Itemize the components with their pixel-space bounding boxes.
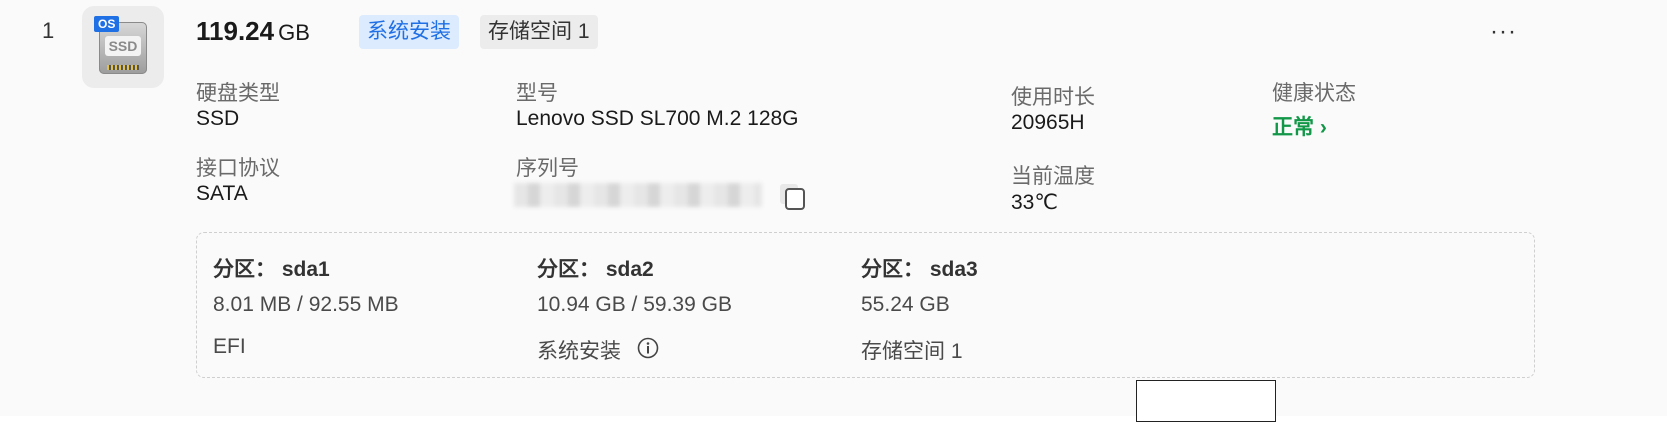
- tag-system-install: 系统安装: [359, 15, 459, 49]
- disk-type-value: SSD: [196, 107, 240, 130]
- more-icon[interactable]: ···: [1490, 18, 1517, 46]
- disk-icon-label: SSD: [105, 36, 141, 56]
- capacity-value: 119.24: [196, 16, 275, 46]
- serial-value-redacted: [514, 183, 762, 207]
- partition-size: 55.24 GB: [861, 293, 950, 316]
- disk-pins: [107, 65, 139, 70]
- partition-purpose: 存储空间 1: [861, 340, 963, 363]
- capacity-unit: GB: [278, 20, 310, 45]
- partition-title: 分区： sda2: [537, 258, 654, 281]
- temp-value: 33℃: [1011, 191, 1058, 214]
- info-icon[interactable]: [637, 337, 659, 359]
- interface-value: SATA: [196, 182, 248, 205]
- partition-purpose: 系统安装: [537, 340, 621, 363]
- tag-storage-space: 存储空间 1: [480, 15, 598, 49]
- usage-label: 使用时长: [1011, 86, 1095, 109]
- serial-label: 序列号: [516, 157, 579, 180]
- interface-label: 接口协议: [196, 157, 280, 180]
- partition-size: 10.94 GB / 59.39 GB: [537, 293, 732, 316]
- os-badge: OS: [94, 16, 120, 32]
- model-value: Lenovo SSD SL700 M.2 128G: [516, 107, 799, 130]
- health-status-link[interactable]: 正常 ›: [1272, 111, 1327, 141]
- partition-title: 分区： sda3: [861, 258, 978, 281]
- ssd-disk-icon: SSD OS: [82, 6, 164, 88]
- copy-icon[interactable]: [776, 180, 808, 212]
- model-label: 型号: [516, 82, 558, 105]
- partition-title: 分区： sda1: [213, 258, 330, 281]
- disk-card: 1 SSD OS 119.24 GB 系统安装 存储空间 1 ··· 硬盘类型 S…: [0, 0, 1667, 422]
- row-index: 1: [42, 18, 55, 43]
- health-label: 健康状态: [1272, 82, 1356, 105]
- partition-size: 8.01 MB / 92.55 MB: [213, 293, 399, 316]
- partition-purpose: EFI: [213, 335, 246, 358]
- partition-panel: 分区： sda1 8.01 MB / 92.55 MB EFI 分区： sda2…: [196, 232, 1535, 378]
- usage-value: 20965H: [1011, 111, 1085, 134]
- temp-label: 当前温度: [1011, 165, 1095, 188]
- disk-capacity: 119.24 GB: [196, 16, 310, 47]
- disk-type-label: 硬盘类型: [196, 82, 280, 105]
